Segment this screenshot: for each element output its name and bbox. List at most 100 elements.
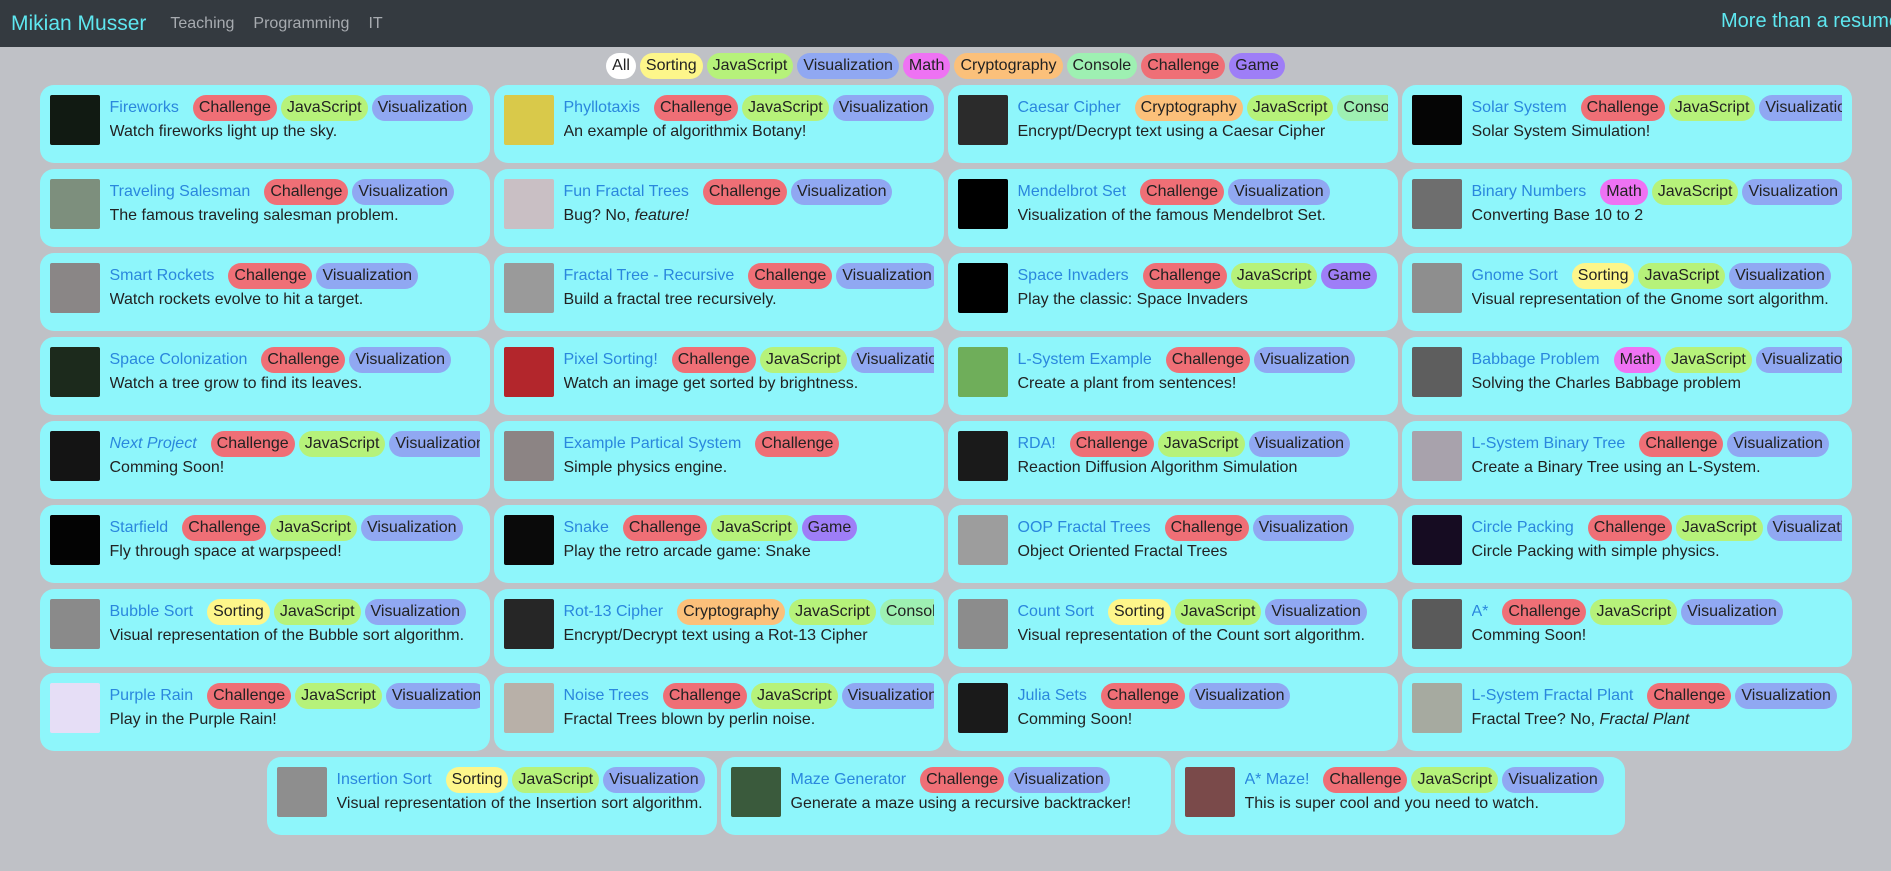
project-card[interactable]: Count Sort Sorting JavaScript Visualization… bbox=[947, 589, 1398, 667]
project-title-link[interactable]: L-System Fractal Plant bbox=[1472, 687, 1634, 705]
filter-chip-math[interactable]: Math bbox=[902, 53, 951, 79]
project-card[interactable]: Solar System Challenge JavaScript Visualiza… bbox=[1401, 85, 1852, 163]
project-thumbnail[interactable] bbox=[1411, 263, 1462, 313]
project-card[interactable]: Fractal Tree - Recursive Challenge Visuali… bbox=[493, 253, 944, 331]
project-title-link[interactable]: Caesar Cipher bbox=[1018, 99, 1121, 117]
nav-link-it[interactable]: IT bbox=[368, 15, 382, 33]
project-card[interactable]: Fun Fractal Trees Challenge Visualization B… bbox=[493, 169, 944, 247]
project-thumbnail[interactable] bbox=[49, 347, 100, 397]
project-card[interactable]: L-System Binary Tree Challenge Visualizati… bbox=[1401, 421, 1852, 499]
filter-chip-challenge[interactable]: Challenge bbox=[1141, 53, 1226, 79]
project-card[interactable]: Babbage Problem Math JavaScript Visualizati… bbox=[1401, 337, 1852, 415]
project-thumbnail[interactable] bbox=[957, 179, 1008, 229]
project-title-link[interactable]: Space Colonization bbox=[110, 351, 248, 369]
project-title-link[interactable]: Mendelbrot Set bbox=[1018, 183, 1127, 201]
project-title-link[interactable]: Snake bbox=[564, 519, 609, 537]
project-card[interactable]: Pixel Sorting! Challenge JavaScript Visuali… bbox=[493, 337, 944, 415]
project-title-link[interactable]: Next Project bbox=[110, 435, 197, 453]
project-thumbnail[interactable] bbox=[503, 683, 554, 733]
project-card[interactable]: Smart Rockets Challenge Visualization Watch… bbox=[39, 253, 490, 331]
project-thumbnail[interactable] bbox=[503, 431, 554, 481]
project-thumbnail[interactable] bbox=[276, 767, 327, 817]
project-thumbnail[interactable] bbox=[49, 599, 100, 649]
project-thumbnail[interactable] bbox=[1411, 95, 1462, 145]
project-title-link[interactable]: OOP Fractal Trees bbox=[1018, 519, 1151, 537]
project-card[interactable]: A* Maze! Challenge JavaScript Visualization… bbox=[1174, 757, 1625, 835]
project-card[interactable]: Space Colonization Challenge Visualization… bbox=[39, 337, 490, 415]
project-thumbnail[interactable] bbox=[49, 683, 100, 733]
project-card[interactable]: L-System Fractal Plant Challenge Visualiza… bbox=[1401, 673, 1852, 751]
project-title-link[interactable]: A* Maze! bbox=[1245, 771, 1310, 789]
project-title-link[interactable]: RDA! bbox=[1018, 435, 1056, 453]
project-thumbnail[interactable] bbox=[957, 95, 1008, 145]
project-card[interactable]: Gnome Sort Sorting JavaScript Visualization… bbox=[1401, 253, 1852, 331]
project-card[interactable]: Binary Numbers Math JavaScript Visualizatio… bbox=[1401, 169, 1852, 247]
project-title-link[interactable]: Bubble Sort bbox=[110, 603, 194, 621]
project-thumbnail[interactable] bbox=[957, 347, 1008, 397]
project-title-link[interactable]: A* bbox=[1472, 603, 1489, 621]
project-thumbnail[interactable] bbox=[49, 95, 100, 145]
project-title-link[interactable]: L-System Example bbox=[1018, 351, 1152, 369]
project-title-link[interactable]: Phyllotaxis bbox=[564, 99, 640, 117]
project-title-link[interactable]: Purple Rain bbox=[110, 687, 194, 705]
project-title-link[interactable]: Insertion Sort bbox=[337, 771, 432, 789]
project-thumbnail[interactable] bbox=[503, 347, 554, 397]
project-card[interactable]: A* Challenge JavaScript Visualization Commin… bbox=[1401, 589, 1852, 667]
project-thumbnail[interactable] bbox=[957, 515, 1008, 565]
project-title-link[interactable]: Count Sort bbox=[1018, 603, 1094, 621]
project-title-link[interactable]: Rot-13 Cipher bbox=[564, 603, 664, 621]
project-card[interactable]: Mendelbrot Set Challenge Visualization Visu… bbox=[947, 169, 1398, 247]
filter-chip-game[interactable]: Game bbox=[1229, 53, 1285, 79]
project-card[interactable]: Space Invaders Challenge JavaScript Game Pla… bbox=[947, 253, 1398, 331]
project-thumbnail[interactable] bbox=[957, 431, 1008, 481]
project-card[interactable]: Bubble Sort Sorting JavaScript Visualizatio… bbox=[39, 589, 490, 667]
project-title-link[interactable]: Binary Numbers bbox=[1472, 183, 1587, 201]
project-card[interactable]: Example Partical System Challenge Simple p… bbox=[493, 421, 944, 499]
project-thumbnail[interactable] bbox=[957, 263, 1008, 313]
filter-chip-visualization[interactable]: Visualization bbox=[797, 53, 899, 79]
project-card[interactable]: Phyllotaxis Challenge JavaScript Visualizat… bbox=[493, 85, 944, 163]
project-thumbnail[interactable] bbox=[49, 263, 100, 313]
project-thumbnail[interactable] bbox=[1411, 515, 1462, 565]
project-card[interactable]: L-System Example Challenge Visualization Cr… bbox=[947, 337, 1398, 415]
project-title-link[interactable]: Julia Sets bbox=[1018, 687, 1087, 705]
project-card[interactable]: Maze Generator Challenge Visualization Gene… bbox=[720, 757, 1171, 835]
project-thumbnail[interactable] bbox=[503, 263, 554, 313]
project-title-link[interactable]: Gnome Sort bbox=[1472, 267, 1558, 285]
project-title-link[interactable]: Fireworks bbox=[110, 99, 179, 117]
project-card[interactable]: Fireworks Challenge JavaScript Visualizatio… bbox=[39, 85, 490, 163]
project-thumbnail[interactable] bbox=[503, 95, 554, 145]
project-thumbnail[interactable] bbox=[1411, 683, 1462, 733]
project-card[interactable]: Insertion Sort Sorting JavaScript Visualiza… bbox=[266, 757, 717, 835]
project-thumbnail[interactable] bbox=[1184, 767, 1235, 817]
project-thumbnail[interactable] bbox=[1411, 599, 1462, 649]
project-card[interactable]: Traveling Salesman Challenge Visualization… bbox=[39, 169, 490, 247]
project-thumbnail[interactable] bbox=[49, 431, 100, 481]
project-thumbnail[interactable] bbox=[503, 179, 554, 229]
project-title-link[interactable]: Fun Fractal Trees bbox=[564, 183, 689, 201]
project-title-link[interactable]: Example Partical System bbox=[564, 435, 742, 453]
nav-link-programming[interactable]: Programming bbox=[253, 15, 349, 33]
filter-chip-javascript[interactable]: JavaScript bbox=[706, 53, 794, 79]
project-card[interactable]: OOP Fractal Trees Challenge Visualization O… bbox=[947, 505, 1398, 583]
project-title-link[interactable]: Maze Generator bbox=[791, 771, 907, 789]
project-title-link[interactable]: Fractal Tree - Recursive bbox=[564, 267, 735, 285]
project-card[interactable]: Noise Trees Challenge JavaScript Visualizat… bbox=[493, 673, 944, 751]
project-card[interactable]: Julia Sets Challenge Visualization Comming … bbox=[947, 673, 1398, 751]
project-thumbnail[interactable] bbox=[957, 683, 1008, 733]
project-card[interactable]: Snake Challenge JavaScript Game Play the ret… bbox=[493, 505, 944, 583]
project-title-link[interactable]: Traveling Salesman bbox=[110, 183, 251, 201]
project-thumbnail[interactable] bbox=[730, 767, 781, 817]
filter-chip-sorting[interactable]: Sorting bbox=[639, 53, 703, 79]
project-thumbnail[interactable] bbox=[1411, 179, 1462, 229]
nav-link-teaching[interactable]: Teaching bbox=[170, 15, 234, 33]
project-title-link[interactable]: Circle Packing bbox=[1472, 519, 1574, 537]
project-title-link[interactable]: Space Invaders bbox=[1018, 267, 1129, 285]
project-card[interactable]: Next Project Challenge JavaScript Visualiza… bbox=[39, 421, 490, 499]
project-thumbnail[interactable] bbox=[503, 599, 554, 649]
project-title-link[interactable]: L-System Binary Tree bbox=[1472, 435, 1626, 453]
project-title-link[interactable]: Pixel Sorting! bbox=[564, 351, 658, 369]
project-card[interactable]: RDA! Challenge JavaScript Visualization Reac… bbox=[947, 421, 1398, 499]
project-card[interactable]: Circle Packing Challenge JavaScript Visuali… bbox=[1401, 505, 1852, 583]
project-title-link[interactable]: Solar System bbox=[1472, 99, 1567, 117]
